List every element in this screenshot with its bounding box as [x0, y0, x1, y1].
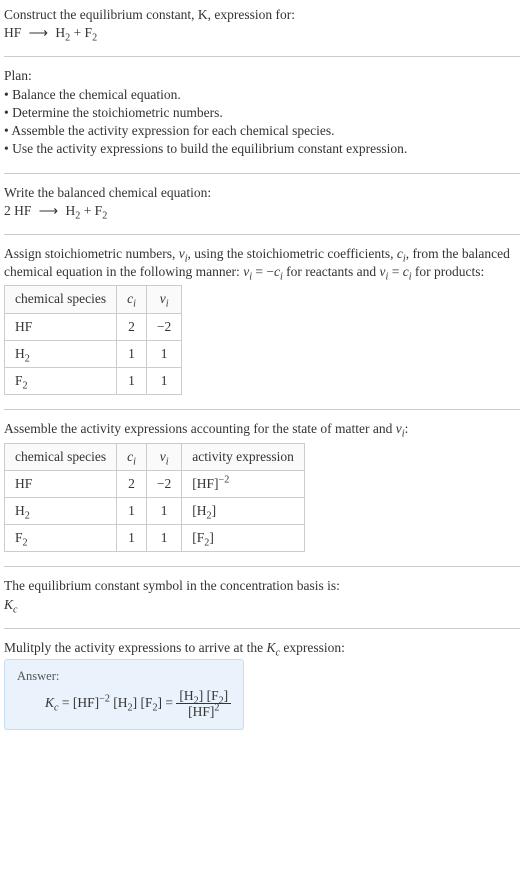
- col-activity: activity expression: [182, 443, 305, 470]
- col-species: chemical species: [5, 443, 117, 470]
- separator: [4, 566, 520, 567]
- answer-fraction: [H2] [F2] [HF]2: [176, 689, 231, 719]
- cell-ci: 1: [117, 368, 147, 395]
- plan-item: • Balance the chemical equation.: [4, 86, 520, 104]
- answer-lhs: Kc = [HF]−2 [H2] [F2] =: [45, 695, 176, 710]
- cell-ci: 1: [117, 340, 147, 367]
- header-block: Construct the equilibrium constant, K, e…: [4, 6, 520, 42]
- stoich-intro: Assign stoichiometric numbers, νi, using…: [4, 245, 520, 281]
- fraction-numerator: [H2] [F2]: [176, 689, 231, 704]
- cell-species: H2: [5, 497, 117, 524]
- col-ci: ci: [117, 443, 147, 470]
- activity-block: Assemble the activity expressions accoun…: [4, 420, 520, 552]
- separator: [4, 628, 520, 629]
- cell-vi: −2: [146, 470, 181, 497]
- document-root: Construct the equilibrium constant, K, e…: [0, 0, 524, 740]
- header-equation: HF ⟶ H2 + F2: [4, 24, 520, 42]
- table-row: H2 1 1: [5, 340, 182, 367]
- cell-vi: −2: [146, 313, 181, 340]
- separator: [4, 409, 520, 410]
- table-row: H2 1 1 [H2]: [5, 497, 305, 524]
- answer-box: Answer: Kc = [HF]−2 [H2] [F2] = [H2] [F2…: [4, 659, 244, 730]
- cell-species: HF: [5, 470, 117, 497]
- table-header-row: chemical species ci νi: [5, 286, 182, 313]
- table-row: F2 1 1 [F2]: [5, 525, 305, 552]
- cell-ci: 1: [117, 497, 147, 524]
- cell-vi: 1: [146, 340, 181, 367]
- cell-activity: [HF]−2: [182, 470, 305, 497]
- header-prompt: Construct the equilibrium constant, K, e…: [4, 6, 520, 24]
- balanced-block: Write the balanced chemical equation: 2 …: [4, 184, 520, 220]
- plan-item: • Determine the stoichiometric numbers.: [4, 104, 520, 122]
- table-row: F2 1 1: [5, 368, 182, 395]
- plan-item: • Assemble the activity expression for e…: [4, 122, 520, 140]
- kc-basis-block: The equilibrium constant symbol in the c…: [4, 577, 520, 613]
- stoich-block: Assign stoichiometric numbers, νi, using…: [4, 245, 520, 395]
- answer-formula: Kc = [HF]−2 [H2] [F2] = [H2] [F2] [HF]2: [17, 689, 231, 719]
- cell-species: H2: [5, 340, 117, 367]
- separator: [4, 234, 520, 235]
- col-species: chemical species: [5, 286, 117, 313]
- cell-activity: [H2]: [182, 497, 305, 524]
- table-row: HF 2 −2: [5, 313, 182, 340]
- activity-intro: Assemble the activity expressions accoun…: [4, 420, 520, 438]
- separator: [4, 173, 520, 174]
- cell-ci: 1: [117, 525, 147, 552]
- cell-activity: [F2]: [182, 525, 305, 552]
- table-row: HF 2 −2 [HF]−2: [5, 470, 305, 497]
- col-vi: νi: [146, 443, 181, 470]
- kc-symbol: Kc: [4, 596, 520, 614]
- plan-item: • Use the activity expressions to build …: [4, 140, 520, 158]
- cell-ci: 2: [117, 313, 147, 340]
- stoich-table: chemical species ci νi HF 2 −2 H2 1 1 F2…: [4, 285, 182, 395]
- balanced-intro: Write the balanced chemical equation:: [4, 184, 520, 202]
- table-header-row: chemical species ci νi activity expressi…: [5, 443, 305, 470]
- activity-table: chemical species ci νi activity expressi…: [4, 443, 305, 553]
- kc-basis-intro: The equilibrium constant symbol in the c…: [4, 577, 520, 595]
- cell-species: HF: [5, 313, 117, 340]
- cell-species: F2: [5, 368, 117, 395]
- col-vi: νi: [146, 286, 181, 313]
- separator: [4, 56, 520, 57]
- cell-vi: 1: [146, 368, 181, 395]
- cell-ci: 2: [117, 470, 147, 497]
- cell-species: F2: [5, 525, 117, 552]
- cell-vi: 1: [146, 525, 181, 552]
- multiply-intro: Mulitply the activity expressions to arr…: [4, 639, 520, 657]
- plan-title: Plan:: [4, 67, 520, 85]
- cell-vi: 1: [146, 497, 181, 524]
- answer-label: Answer:: [17, 668, 231, 685]
- plan-block: Plan: • Balance the chemical equation. •…: [4, 67, 520, 158]
- balanced-equation: 2 HF ⟶ H2 + F2: [4, 202, 520, 220]
- col-ci: ci: [117, 286, 147, 313]
